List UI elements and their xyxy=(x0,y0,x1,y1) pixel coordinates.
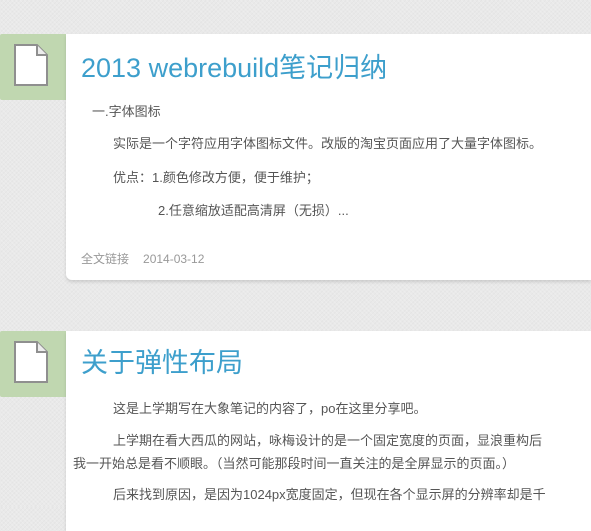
post-meta: 全文链接 2014-03-12 xyxy=(81,250,204,267)
post-body: 2013 webrebuild笔记归纳 一.字体图标 实际是一个字符应用字体图标… xyxy=(66,34,591,280)
post-date: 2014-03-12 xyxy=(143,252,205,266)
post-paragraph: 一.字体图标 xyxy=(92,104,161,119)
post-badge xyxy=(0,331,66,397)
read-more-link[interactable]: 全文链接 xyxy=(81,252,129,266)
post-paragraph: 优点：1.颜色修改方便，便于维护； xyxy=(113,170,319,185)
document-icon xyxy=(14,341,48,383)
post-paragraph: 我一开始总是看不顺眼。（当然可能那段时间一直关注的是全屏显示的页面。） xyxy=(73,456,516,471)
post-card: 关于弹性布局 这是上学期写在大象笔记的内容了，po在这里分享吧。 上学期在看大西… xyxy=(0,331,591,531)
post-badge xyxy=(0,34,66,100)
post-paragraph: 2.任意缩放适配高清屏（无损）... xyxy=(158,203,349,218)
post-paragraph: 上学期在看大西瓜的网站，咏梅设计的是一个固定宽度的页面，显浪重构后 xyxy=(113,433,543,448)
post-paragraph: 后来找到原因，是因为1024px宽度固定，但现在各个显示屏的分辨率却是千 xyxy=(113,487,546,502)
post-card: 2013 webrebuild笔记归纳 一.字体图标 实际是一个字符应用字体图标… xyxy=(0,34,591,280)
post-paragraph: 实际是一个字符应用字体图标文件。改版的淘宝页面应用了大量字体图标。 xyxy=(113,136,543,151)
post-title[interactable]: 关于弹性布局 xyxy=(81,350,243,377)
post-paragraph: 这是上学期写在大象笔记的内容了，po在这里分享吧。 xyxy=(113,401,427,416)
post-body: 关于弹性布局 这是上学期写在大象笔记的内容了，po在这里分享吧。 上学期在看大西… xyxy=(66,331,591,531)
post-title[interactable]: 2013 webrebuild笔记归纳 xyxy=(81,55,387,82)
document-icon xyxy=(14,44,48,86)
